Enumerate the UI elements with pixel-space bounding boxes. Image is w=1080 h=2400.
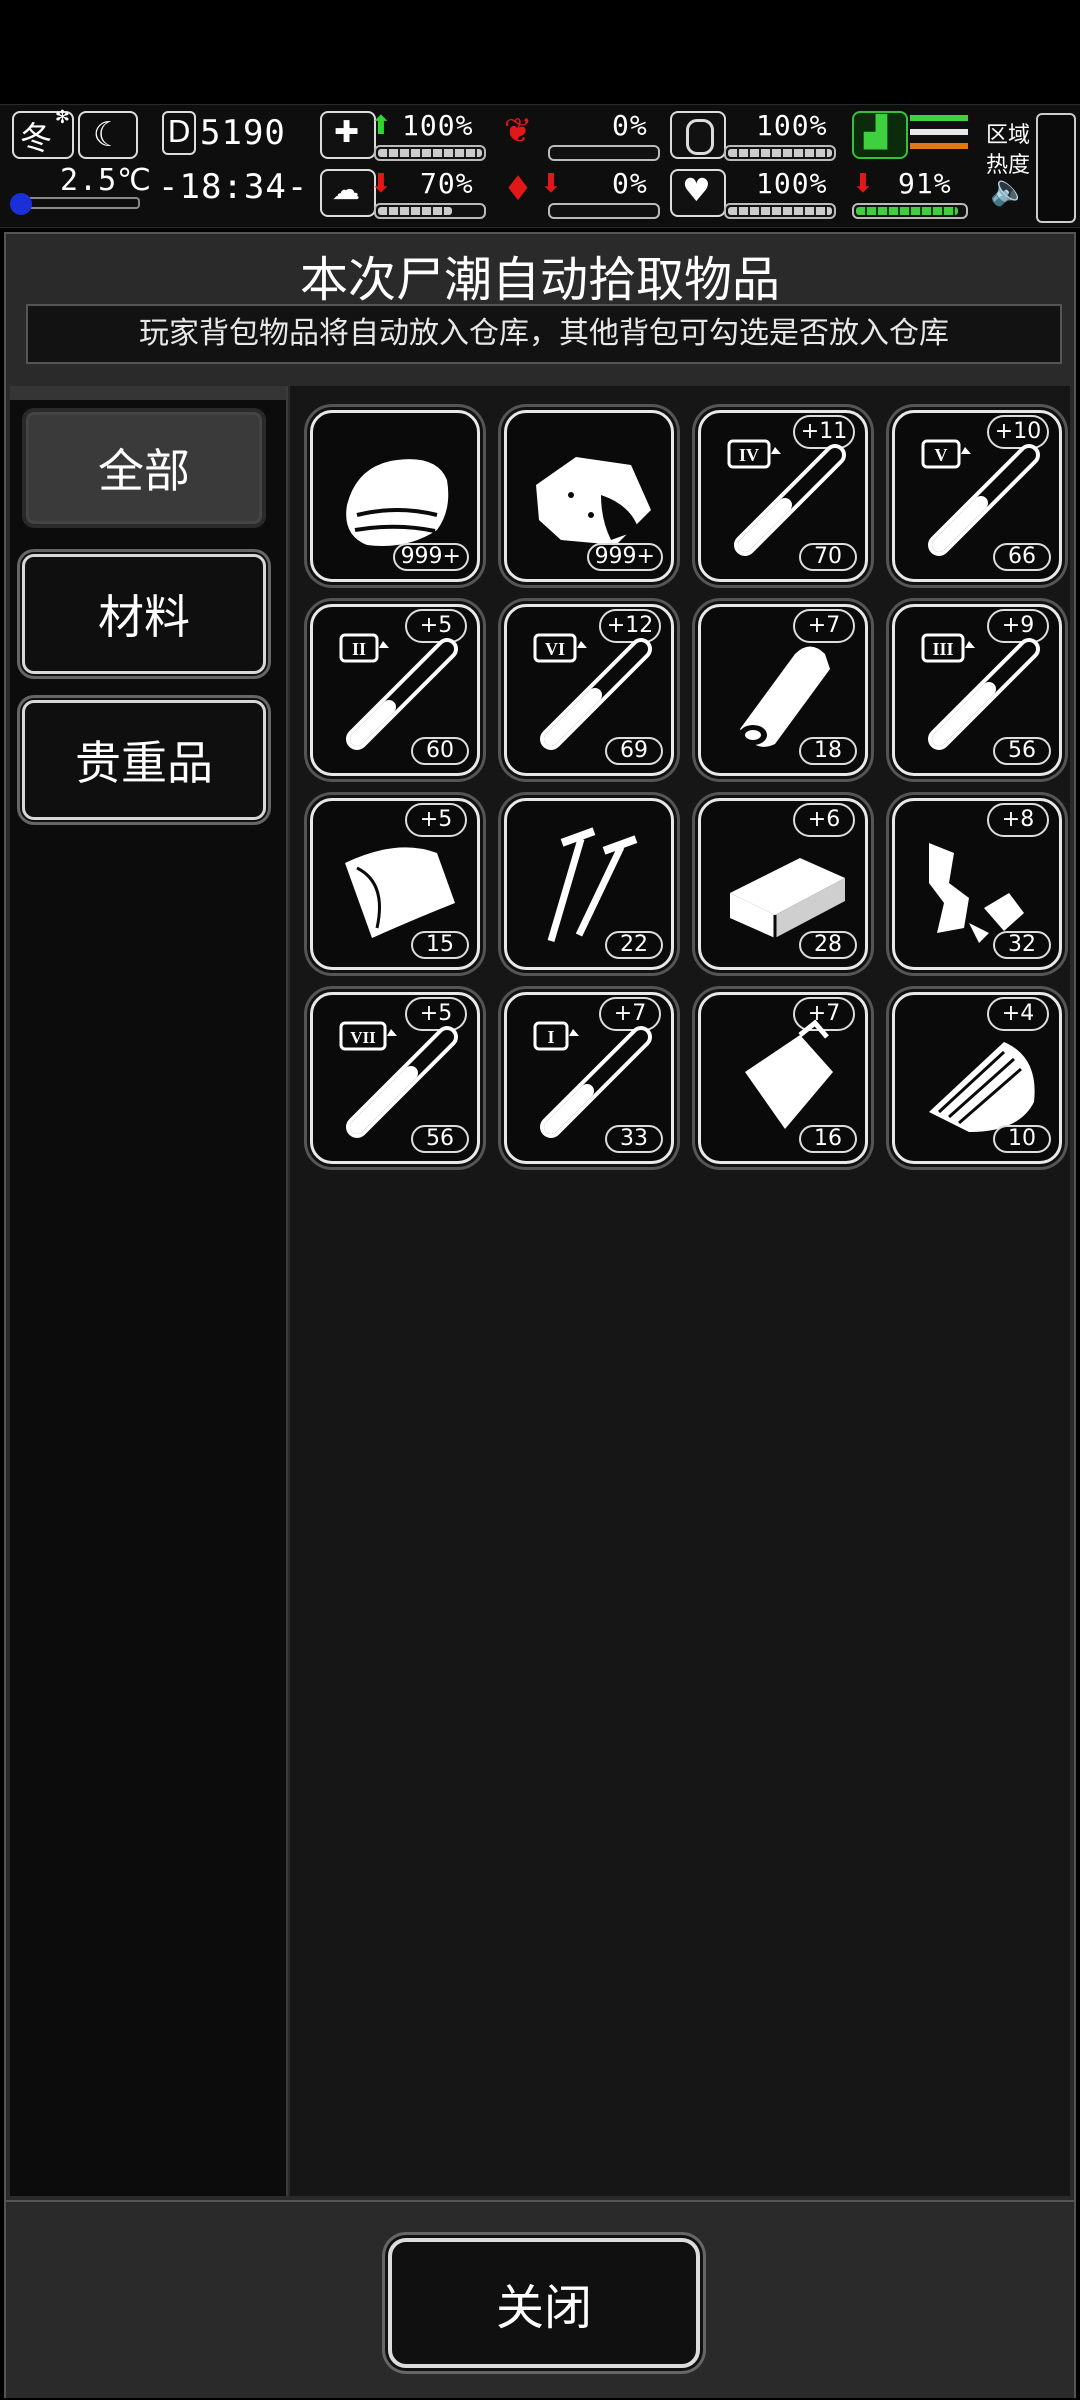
thirst-bar: [548, 203, 660, 219]
brain-icon: ☁: [320, 169, 376, 217]
sidebar-tab-strip: [10, 386, 286, 400]
health-value: 100%: [402, 109, 474, 142]
item-syringe-iii[interactable]: +9 III 56: [892, 604, 1062, 776]
item-count: 999+: [392, 543, 469, 571]
item-syringe-ii[interactable]: +5 II 60: [310, 604, 480, 776]
dialog-content: 全部 材料 贵重品 999+ 999+ +11 IV 70 +10 V 66 +…: [10, 386, 1070, 2196]
pill-icon: [670, 111, 726, 159]
tab-valuables[interactable]: 贵重品: [22, 700, 266, 820]
health-bar: [374, 145, 486, 161]
item-count: 32: [993, 931, 1051, 959]
heart-bar: [724, 203, 836, 219]
item-nails[interactable]: 22: [504, 798, 674, 970]
item-brick[interactable]: +6 28: [698, 798, 868, 970]
day-counter: 5190: [200, 113, 286, 153]
svg-text:V: V: [935, 445, 948, 465]
item-count: 70: [799, 543, 857, 571]
moon-icon: ☾: [78, 111, 138, 159]
auto-pickup-dialog: 本次尸潮自动拾取物品 玩家背包物品将自动放入仓库，其他背包可勾选是否放入仓库 全…: [4, 232, 1076, 2398]
item-count: 10: [993, 1125, 1051, 1153]
item-count: 56: [411, 1125, 469, 1153]
item-syringe-vi[interactable]: +12 VI 69: [504, 604, 674, 776]
stomach-icon: ❦: [503, 111, 533, 151]
item-count: 18: [799, 737, 857, 765]
hunger-value: 0%: [612, 109, 648, 142]
item-count: 56: [993, 737, 1051, 765]
item-count: 15: [411, 931, 469, 959]
thirst-value: 0%: [612, 167, 648, 200]
item-syringe-v[interactable]: +10 V 66: [892, 410, 1062, 582]
svg-text:III: III: [932, 639, 953, 659]
hunger-bar: [548, 145, 660, 161]
item-syringe-vii[interactable]: +5 VII 56: [310, 992, 480, 1164]
item-count: 69: [605, 737, 663, 765]
arrow-down-icon: ⬇: [540, 169, 562, 199]
mind-value: 70%: [420, 167, 474, 200]
item-cloth[interactable]: 999+: [310, 410, 480, 582]
temperature-value: 2.5℃: [60, 163, 152, 198]
clock-display: -18:34-: [158, 167, 309, 207]
item-count: 60: [411, 737, 469, 765]
snowflake-icon: ✻: [54, 107, 70, 128]
item-count: 999+: [586, 543, 663, 571]
zone-heat-meter: [1036, 113, 1076, 223]
temperature-bar: [14, 197, 140, 209]
dialog-subtitle-box: 玩家背包物品将自动放入仓库，其他背包可勾选是否放入仓库: [26, 304, 1062, 364]
item-count: 22: [605, 931, 663, 959]
svg-text:I: I: [547, 1027, 554, 1047]
item-count: 16: [799, 1125, 857, 1153]
blood-drop-icon: ♦: [502, 169, 534, 209]
item-plastic-bag[interactable]: +7 16: [698, 992, 868, 1164]
season-label: 冬: [20, 119, 53, 157]
screen: 冬 ✻ ☾ 2.5℃ D 5190 -18:34- ✚ ⬆ 100% ❦ 0% …: [0, 0, 1080, 2400]
svg-text:VII: VII: [350, 1028, 376, 1047]
item-wood-planks[interactable]: +4 10: [892, 992, 1062, 1164]
heart-icon: ♥: [670, 169, 726, 217]
mind-bar: [374, 203, 486, 219]
arrow-up-icon: ⬆: [370, 111, 392, 141]
stamina-line-1: [910, 115, 968, 121]
item-grid: 999+ 999+ +11 IV 70 +10 V 66 +5 II 60 +1…: [290, 386, 1070, 2196]
item-meat[interactable]: 999+: [504, 410, 674, 582]
dialog-footer: 关闭: [6, 2200, 1074, 2398]
tab-materials[interactable]: 材料: [22, 554, 266, 674]
svg-text:IV: IV: [739, 445, 759, 465]
zone-heat-label-1: 区域: [986, 123, 1031, 148]
item-count: 66: [993, 543, 1051, 571]
dialog-subtitle: 玩家背包物品将自动放入仓库，其他背包可勾选是否放入仓库: [139, 316, 949, 351]
health-icon: ✚: [320, 111, 376, 159]
season-badge: 冬 ✻: [12, 107, 74, 159]
svg-text:II: II: [352, 639, 366, 659]
stamina-line-3: [910, 143, 968, 149]
item-syringe-i[interactable]: +7 I 33: [504, 992, 674, 1164]
status-hud: 冬 ✻ ☾ 2.5℃ D 5190 -18:34- ✚ ⬆ 100% ❦ 0% …: [0, 104, 1080, 228]
tab-all[interactable]: 全部: [22, 408, 266, 528]
pill-bar: [724, 145, 836, 161]
item-scrap[interactable]: +8 32: [892, 798, 1062, 970]
stamina-bar: [852, 203, 968, 219]
arrow-down-icon: ⬇: [852, 169, 874, 199]
item-syringe-iv[interactable]: +11 IV 70: [698, 410, 868, 582]
arrow-down-icon: ⬇: [370, 169, 392, 199]
heart-value: 100%: [756, 167, 828, 200]
category-sidebar: 全部 材料 贵重品: [10, 386, 288, 2196]
boot-icon: ▟: [852, 111, 908, 159]
svg-text:VI: VI: [545, 639, 565, 659]
item-count: 28: [799, 931, 857, 959]
item-leather[interactable]: +5 15: [310, 798, 480, 970]
temperature-indicator: [10, 193, 32, 215]
stamina-line-2: [910, 129, 968, 135]
day-icon: D: [162, 111, 196, 155]
pill-value: 100%: [756, 109, 828, 142]
item-wood-log[interactable]: +7 18: [698, 604, 868, 776]
item-count: 33: [605, 1125, 663, 1153]
speaker-icon[interactable]: 🔈: [990, 173, 1027, 208]
close-button[interactable]: 关闭: [388, 2238, 700, 2368]
dialog-title: 本次尸潮自动拾取物品: [299, 252, 780, 308]
stamina-value: 91%: [898, 167, 952, 200]
